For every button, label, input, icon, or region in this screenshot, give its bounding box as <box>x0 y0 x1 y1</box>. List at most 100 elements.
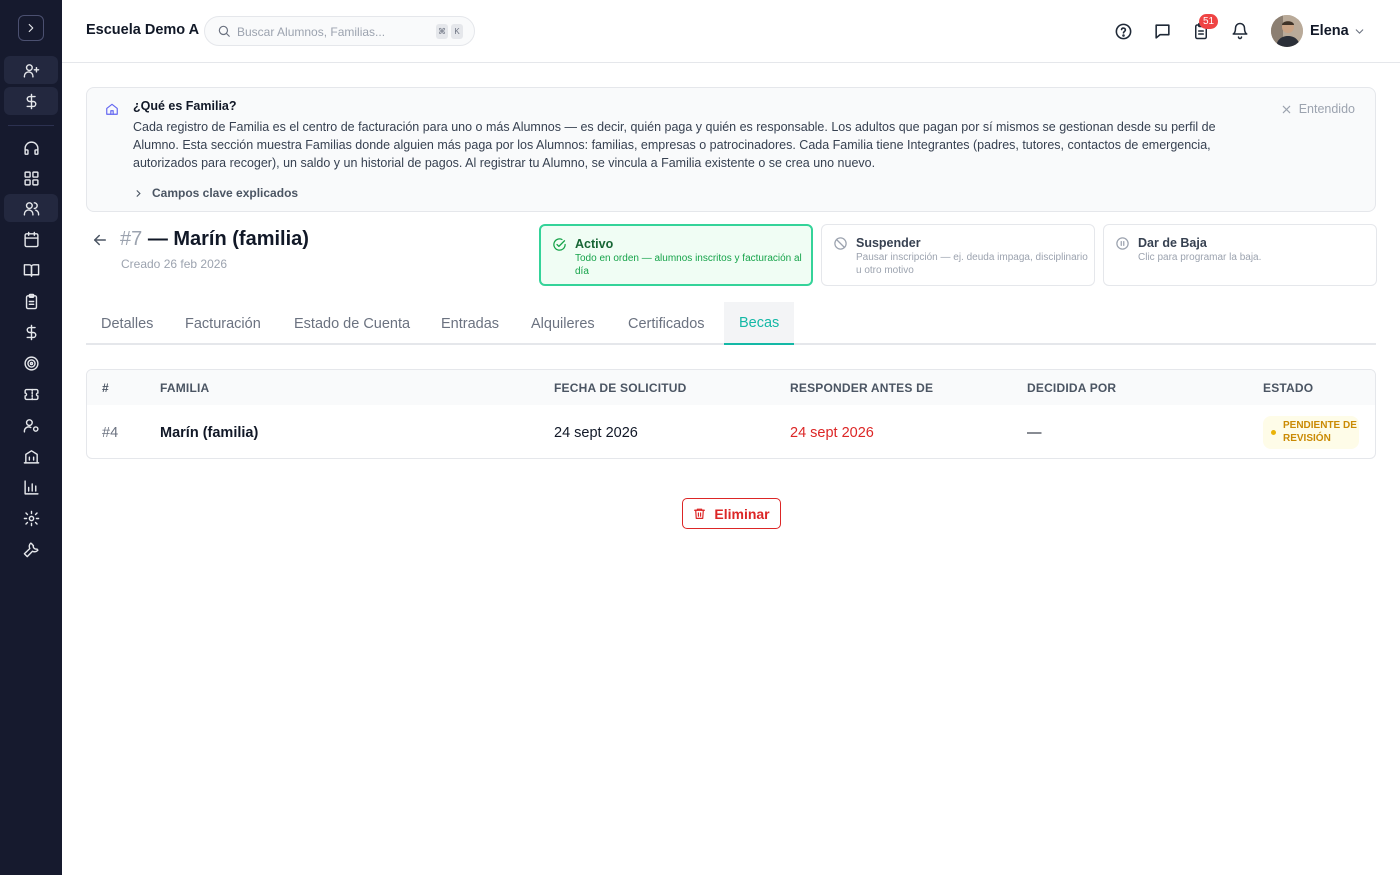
sidebar-item-payments[interactable] <box>4 87 58 115</box>
sidebar-item-add-student[interactable] <box>4 56 58 84</box>
book-icon <box>23 262 40 279</box>
key-fields-toggle[interactable]: Campos clave explicados <box>133 186 298 200</box>
column-header: FAMILIA <box>160 381 210 395</box>
info-title: ¿Qué es Familia? <box>133 99 237 113</box>
search-input[interactable] <box>237 23 427 41</box>
calendar-icon <box>23 231 40 248</box>
status-badge-label: PENDIENTE DE REVISIÓN <box>1283 420 1357 444</box>
row-due-date: 24 sept 2026 <box>790 425 874 441</box>
tab-billing[interactable]: Facturación <box>170 302 276 345</box>
tab-bar: Detalles Facturación Estado de Cuenta En… <box>86 302 1376 345</box>
info-panel: ¿Qué es Familia? Cada registro de Famili… <box>86 87 1376 212</box>
status-card-desc: Pausar inscripción — ej. deuda impaga, d… <box>856 252 1088 276</box>
check-circle-icon <box>552 237 567 252</box>
sidebar-item-families[interactable] <box>4 194 58 222</box>
trash-icon <box>693 507 706 520</box>
status-card-desc: Todo en orden — alumnos inscritos y fact… <box>575 253 802 277</box>
sidebar-item-staff[interactable] <box>4 411 58 439</box>
clipboard-icon <box>23 293 40 310</box>
sidebar-toggle-button[interactable] <box>18 15 44 41</box>
sidebar-divider <box>8 125 54 126</box>
status-card-withdraw[interactable]: Dar de Baja Clic para programar la baja. <box>1103 224 1377 286</box>
message-icon <box>1153 22 1172 41</box>
sidebar <box>0 0 62 875</box>
sidebar-item-courses[interactable] <box>4 256 58 284</box>
chevron-right-icon <box>24 21 38 35</box>
sidebar-item-attendance[interactable] <box>4 287 58 315</box>
top-header: Escuela Demo A ⌘ K 51 Elena <box>62 0 1400 63</box>
sidebar-item-dashboard[interactable] <box>4 164 58 192</box>
status-card-active[interactable]: Activo Todo en orden — alumnos inscritos… <box>539 224 813 286</box>
bell-icon <box>1231 22 1249 40</box>
sidebar-item-finance[interactable] <box>4 318 58 346</box>
dollar-icon <box>23 324 40 341</box>
tab-account-statement[interactable]: Estado de Cuenta <box>279 302 425 345</box>
tasks-count-badge: 51 <box>1199 14 1219 29</box>
settings-icon <box>23 510 40 527</box>
ticket-icon <box>23 386 40 403</box>
dismiss-button[interactable]: Entendido <box>1281 102 1355 116</box>
record-name: — Marín (familia) <box>147 228 309 250</box>
row-decided-by: — <box>1027 425 1042 441</box>
user-cog-icon <box>23 417 40 434</box>
user-plus-icon <box>23 62 40 79</box>
ban-icon <box>833 236 848 251</box>
building-icon <box>23 448 40 465</box>
status-card-desc: Clic para programar la baja. <box>1138 252 1262 263</box>
delete-button[interactable]: Eliminar <box>682 498 781 529</box>
row-family[interactable]: Marín (familia) <box>160 425 258 441</box>
row-request-date: 24 sept 2026 <box>554 425 638 441</box>
headset-icon <box>23 140 40 157</box>
dashboard-icon <box>23 170 40 187</box>
column-header: # <box>102 381 109 395</box>
tab-rentals[interactable]: Alquileres <box>516 302 610 345</box>
dollar-icon <box>23 93 40 110</box>
status-badge: PENDIENTE DE REVISIÓN <box>1263 416 1359 449</box>
tab-entries[interactable]: Entradas <box>426 302 514 345</box>
dismiss-label: Entendido <box>1298 102 1355 116</box>
pause-circle-icon <box>1115 236 1130 251</box>
school-name[interactable]: Escuela Demo A <box>86 22 199 38</box>
sidebar-item-calendar[interactable] <box>4 225 58 253</box>
tab-certificates[interactable]: Certificados <box>613 302 720 345</box>
chevron-down-icon[interactable] <box>1353 25 1366 38</box>
key-fields-label: Campos clave explicados <box>152 186 299 200</box>
home-icon <box>105 102 119 116</box>
user-name[interactable]: Elena <box>1310 23 1349 39</box>
scholarships-table: # FAMILIA FECHA DE SOLICITUD RESPONDER A… <box>86 369 1376 459</box>
column-header: DECIDIDA POR <box>1027 381 1117 395</box>
avatar[interactable] <box>1271 15 1303 47</box>
chart-icon <box>23 479 40 496</box>
status-card-title: Dar de Baja <box>1138 236 1207 250</box>
status-card-suspend[interactable]: Suspender Pausar inscripción — ej. deuda… <box>821 224 1095 286</box>
sidebar-item-settings[interactable] <box>4 504 58 532</box>
chevron-right-icon <box>133 188 144 199</box>
record-id: #7 <box>120 228 143 250</box>
sidebar-item-goals[interactable] <box>4 349 58 377</box>
notifications-button[interactable] <box>1229 20 1251 42</box>
sidebar-item-locations[interactable] <box>4 442 58 470</box>
help-button[interactable] <box>1112 20 1134 42</box>
help-icon <box>1114 22 1133 41</box>
status-dot <box>1271 430 1276 435</box>
shortcut-key-cmd: ⌘ <box>436 24 448 39</box>
shortcut-key-k: K <box>451 24 463 39</box>
messages-button[interactable] <box>1151 20 1173 42</box>
sidebar-item-tickets[interactable] <box>4 380 58 408</box>
table-row[interactable]: #4 Marín (familia) 24 sept 2026 24 sept … <box>87 405 1375 458</box>
created-date: Creado 26 feb 2026 <box>121 257 228 271</box>
search-bar[interactable]: ⌘ K <box>204 16 475 46</box>
tab-details[interactable]: Detalles <box>86 302 168 345</box>
page-title: #7 — Marín (familia) <box>120 228 309 251</box>
tab-scholarships[interactable]: Becas <box>724 302 795 345</box>
back-arrow-icon[interactable] <box>91 231 109 249</box>
sidebar-item-support[interactable] <box>4 134 58 162</box>
column-header: RESPONDER ANTES DE <box>790 381 934 395</box>
row-number: #4 <box>102 425 119 441</box>
sidebar-item-reports[interactable] <box>4 473 58 501</box>
sidebar-item-tools[interactable] <box>4 535 58 563</box>
delete-label: Eliminar <box>714 505 770 522</box>
info-body: Cada registro de Familia es el centro de… <box>133 120 1216 171</box>
status-card-title: Activo <box>575 237 614 251</box>
users-icon <box>23 200 40 217</box>
